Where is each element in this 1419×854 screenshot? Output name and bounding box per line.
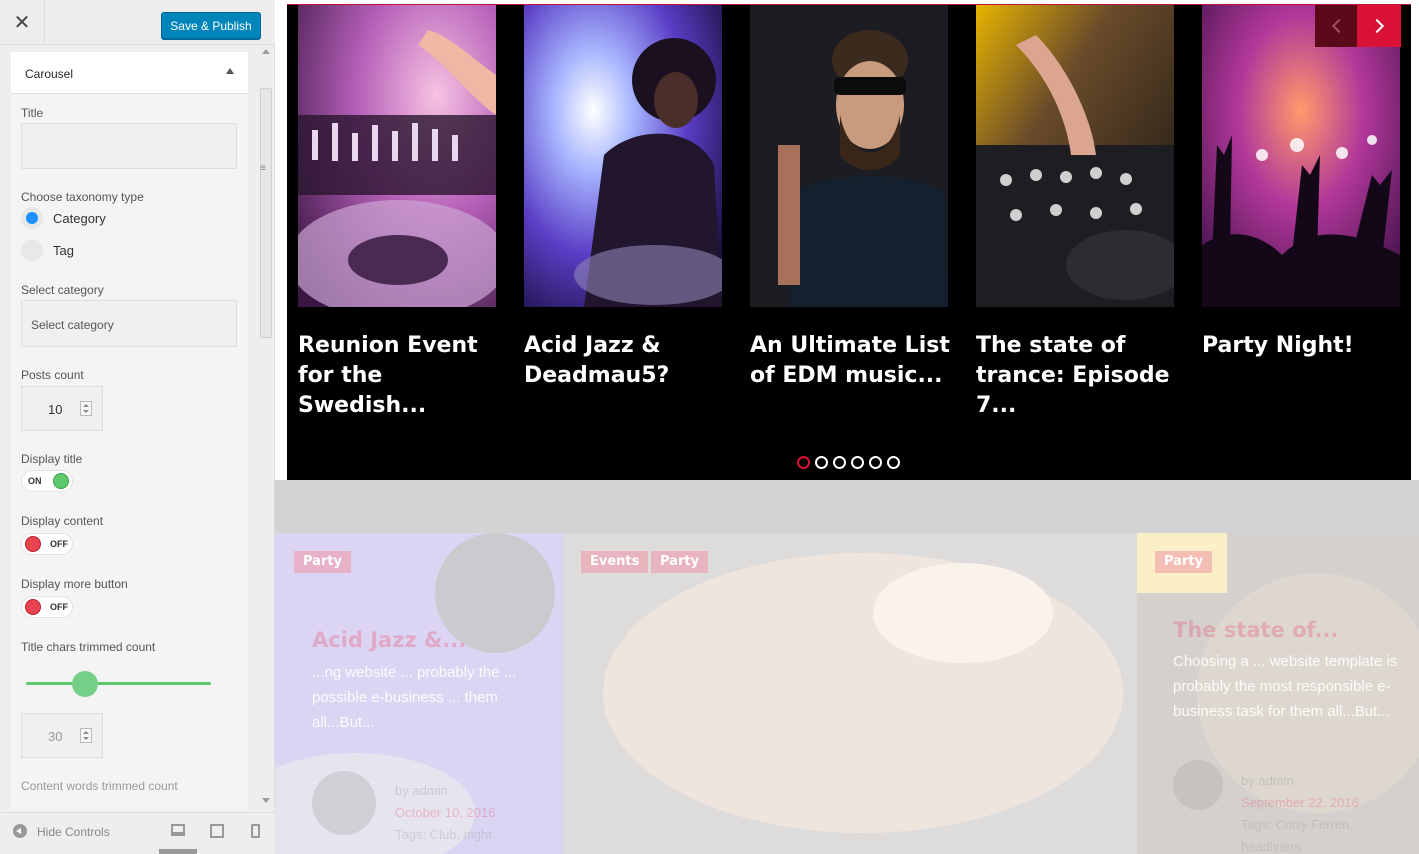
slide-image[interactable]	[298, 5, 496, 307]
slide-image[interactable]	[524, 5, 722, 307]
carousel-panel: Carousel Title Choose taxonomy type Cate…	[11, 52, 248, 810]
customizer-sidebar: ✕ Save & Publish Carousel Title Choose t…	[0, 0, 275, 854]
customizer-footer: Hide Controls	[0, 812, 275, 854]
pagination-dot[interactable]	[833, 456, 846, 469]
save-publish-button[interactable]: Save & Publish	[161, 12, 261, 39]
radio-tag-label: Tag	[53, 243, 74, 258]
title-label: Title	[21, 106, 44, 120]
posts-count-label: Posts count	[21, 368, 84, 382]
hide-controls-button[interactable]: Hide Controls	[37, 825, 110, 839]
post-tags: Tags: Club, night	[395, 827, 492, 842]
carousel-next-button[interactable]	[1357, 5, 1401, 47]
scroll-down-icon[interactable]	[262, 798, 270, 803]
post-card[interactable]: Events Party	[563, 533, 1137, 854]
slide-title[interactable]: Acid Jazz & Deadmau5?	[524, 331, 734, 391]
display-title-toggle[interactable]: ON	[21, 470, 73, 492]
category-select-placeholder: Select category	[31, 318, 114, 332]
spinner-icon[interactable]	[80, 728, 92, 743]
pagination-dot[interactable]	[887, 456, 900, 469]
title-chars-value: 30	[48, 729, 63, 744]
toggle-state: ON	[28, 476, 42, 486]
slide-title[interactable]: The state of trance: Episode 7...	[976, 331, 1186, 421]
post-excerpt: ...ng website ... probably the ... possi…	[312, 664, 517, 731]
post-excerpt: Choosing a ... website template is proba…	[1173, 653, 1398, 720]
post-title[interactable]: The state of...	[1173, 618, 1338, 642]
display-content-toggle[interactable]: OFF	[21, 533, 73, 555]
post-card[interactable]: Party The state of... Choosing a ... web…	[1137, 533, 1419, 854]
fade-overlay	[563, 533, 1137, 854]
slide-image[interactable]	[750, 5, 948, 307]
title-chars-slider-track[interactable]	[26, 682, 211, 685]
post-date: October 10, 2016	[395, 805, 496, 820]
slide-title[interactable]: Reunion Event for the Swedish...	[298, 331, 508, 421]
slide-title[interactable]: An Ultimate List of EDM music...	[750, 331, 960, 391]
slide-image[interactable]	[976, 5, 1174, 307]
post-author: by admin	[395, 783, 448, 798]
title-input[interactable]	[21, 123, 237, 169]
pagination-dot[interactable]	[797, 456, 810, 469]
radio-category-label: Category	[53, 211, 106, 226]
toggle-state: OFF	[50, 602, 68, 612]
post-date: September 22, 2016	[1241, 795, 1359, 810]
toggle-knob	[25, 536, 41, 552]
post-title[interactable]: Acid Jazz &...	[312, 628, 466, 652]
title-chars-input[interactable]: 30	[21, 713, 103, 758]
post-tag[interactable]: Party	[651, 551, 709, 573]
slide-image[interactable]	[1202, 5, 1400, 307]
posts-count-value: 10	[48, 402, 63, 417]
display-title-label: Display title	[21, 452, 83, 466]
collapse-icon[interactable]	[13, 824, 27, 838]
spinner-icon[interactable]	[80, 401, 92, 416]
section-divider	[275, 480, 1419, 533]
slide-title[interactable]: Party Night!	[1202, 331, 1412, 361]
collapse-arrow-icon[interactable]	[226, 68, 234, 74]
post-tag[interactable]: Party	[1155, 551, 1213, 573]
mobile-icon[interactable]	[251, 824, 260, 838]
title-chars-label: Title chars trimmed count	[21, 640, 156, 654]
toggle-state: OFF	[50, 539, 68, 549]
category-select[interactable]: Select category	[21, 300, 237, 347]
chevron-right-icon	[1369, 18, 1384, 34]
post-tag[interactable]: Party	[294, 551, 352, 573]
customizer-header: ✕ Save & Publish	[0, 0, 275, 45]
category-label: Select category	[21, 283, 104, 297]
sidebar-scrollbar[interactable]: ≡	[258, 45, 274, 810]
posts-count-input[interactable]: 10	[21, 386, 103, 431]
display-content-label: Display content	[21, 514, 104, 528]
title-chars-slider-handle[interactable]	[72, 671, 98, 697]
scroll-thumb[interactable]	[260, 88, 272, 338]
toggle-knob	[53, 473, 69, 489]
radio-category[interactable]	[21, 207, 43, 229]
pagination-dot[interactable]	[869, 456, 882, 469]
carousel-prev-button[interactable]	[1315, 5, 1357, 47]
avatar	[312, 771, 376, 835]
active-device-indicator	[159, 849, 197, 854]
scroll-up-icon[interactable]	[262, 49, 270, 54]
carousel: Reunion Event for the Swedish... Acid Ja…	[287, 4, 1411, 480]
pagination-dot[interactable]	[851, 456, 864, 469]
post-tags: Tags: Corry Ferren, headliners	[1241, 817, 1353, 854]
section-title: Carousel	[25, 67, 74, 81]
radio-tag[interactable]	[21, 239, 43, 261]
display-more-toggle[interactable]: OFF	[21, 596, 73, 618]
pagination-dot[interactable]	[815, 456, 828, 469]
section-header[interactable]: Carousel	[11, 52, 248, 94]
tablet-icon[interactable]	[210, 824, 224, 838]
post-tag[interactable]: Events	[581, 551, 649, 573]
chevron-left-icon	[1331, 18, 1346, 34]
post-author: by admin	[1241, 773, 1294, 788]
toggle-knob	[25, 599, 41, 615]
taxonomy-label: Choose taxonomy type	[21, 190, 144, 204]
close-button[interactable]: ✕	[0, 0, 45, 45]
close-icon: ✕	[13, 12, 31, 34]
desktop-icon[interactable]	[171, 824, 185, 836]
display-more-label: Display more button	[21, 577, 128, 591]
site-preview: Reunion Event for the Swedish... Acid Ja…	[275, 0, 1419, 854]
grip-icon: ≡	[260, 163, 266, 174]
carousel-pagination	[797, 456, 900, 470]
content-words-label: Content words trimmed count	[21, 779, 178, 793]
avatar	[1173, 760, 1223, 810]
post-card[interactable]: Party Acid Jazz &... ...ng website ... p…	[275, 533, 563, 854]
